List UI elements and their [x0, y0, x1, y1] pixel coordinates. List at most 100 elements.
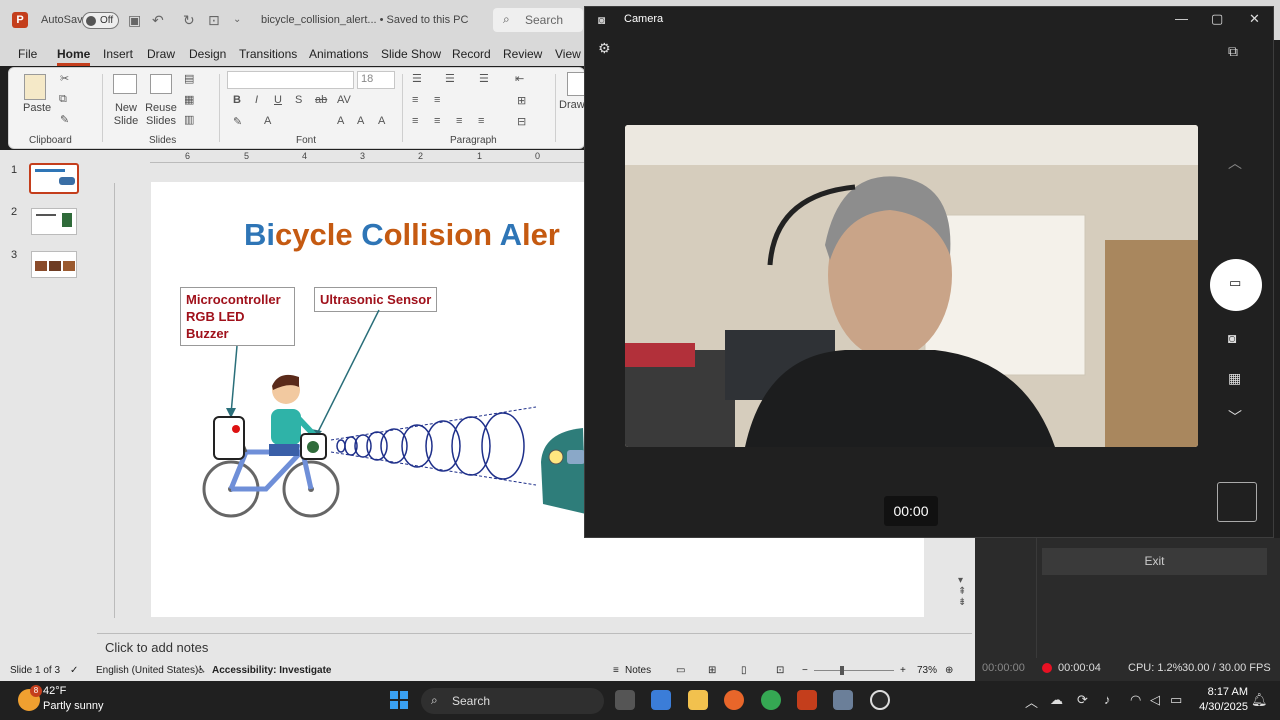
tab-record[interactable]: Record — [452, 47, 491, 61]
reset-icon[interactable]: ▦ — [184, 93, 194, 106]
new-slide-label[interactable]: New Slide — [110, 102, 142, 128]
capture-settings-icon[interactable]: ⧉ — [1228, 43, 1238, 60]
smartart-icon[interactable]: ⊟ — [517, 115, 526, 128]
align-text-icon[interactable]: ≡ — [434, 94, 440, 106]
file-explorer-icon[interactable] — [688, 690, 708, 710]
italic-icon[interactable]: I — [255, 94, 258, 106]
font-color-icon[interactable]: A — [264, 115, 271, 127]
weather-description[interactable]: Partly sunny — [43, 700, 104, 712]
font-family-select[interactable] — [227, 71, 354, 89]
clock-date[interactable]: 4/30/2025 — [1186, 701, 1248, 713]
camera-taskbar-icon[interactable] — [833, 690, 853, 710]
font-size-select[interactable]: 18 — [357, 71, 395, 89]
slide-thumbnail-2[interactable] — [31, 208, 77, 235]
justify-icon[interactable]: ≡ — [478, 115, 484, 127]
clear-formatting-icon[interactable]: A — [378, 115, 385, 127]
title-search-box[interactable]: ⌕ Search — [493, 8, 583, 32]
sync-icon[interactable]: ⟳ — [1077, 692, 1088, 708]
slide-thumbnail-3[interactable] — [31, 251, 77, 278]
notifications-icon[interactable]: 🔔︎ — [1251, 692, 1268, 708]
highlight-icon[interactable]: ✎ — [233, 115, 242, 128]
layout-icon[interactable]: ▤ — [184, 72, 194, 85]
close-icon[interactable]: ✕ — [1249, 11, 1260, 27]
tab-design[interactable]: Design — [189, 47, 226, 61]
chevron-up-icon[interactable]: ︿ — [1228, 153, 1242, 173]
normal-view-icon[interactable]: ▭ — [676, 665, 685, 676]
character-spacing-icon[interactable]: AV — [337, 94, 351, 106]
show-hidden-icons-icon[interactable]: ︿ — [1025, 692, 1038, 711]
undo-icon[interactable]: ↶ — [152, 12, 164, 29]
slide-counter[interactable]: Slide 1 of 3 — [10, 665, 60, 676]
strikethrough-icon[interactable]: ab — [315, 94, 327, 106]
present-icon[interactable]: ⊡ — [208, 12, 220, 29]
increase-font-icon[interactable]: A — [337, 115, 344, 127]
copy-icon[interactable]: ⧉ — [59, 93, 67, 106]
windows-start-icon[interactable] — [390, 691, 408, 709]
qr-mode-icon[interactable]: ▦ — [1228, 370, 1241, 387]
microphone-icon[interactable]: ♪ — [1104, 692, 1111, 707]
notes-toggle[interactable]: Notes — [625, 665, 651, 676]
chrome-icon[interactable] — [761, 690, 781, 710]
underline-icon[interactable]: U — [274, 94, 282, 106]
slide-sorter-icon[interactable]: ⊞ — [708, 665, 716, 676]
cut-icon[interactable]: ✂ — [60, 72, 69, 85]
zoom-slider-thumb[interactable] — [840, 666, 844, 675]
document-name[interactable]: bicycle_collision_alert... • Saved to th… — [261, 14, 468, 26]
zoom-in-button[interactable]: + — [900, 665, 906, 676]
fit-to-window-icon[interactable]: ⊕ — [945, 665, 953, 676]
tab-review[interactable]: Review — [503, 47, 542, 61]
notes-pane[interactable]: Click to add notes — [97, 633, 972, 659]
tab-animations[interactable]: Animations — [309, 47, 368, 61]
zoom-out-button[interactable]: − — [802, 665, 808, 676]
text-direction-icon[interactable]: ≡ — [412, 94, 418, 106]
decrease-indent-icon[interactable]: ⇤ — [515, 72, 524, 85]
paste-label[interactable]: Paste — [23, 102, 51, 114]
format-painter-icon[interactable]: ✎ — [60, 113, 69, 126]
onedrive-icon[interactable]: ☁ — [1050, 692, 1063, 708]
tab-insert[interactable]: Insert — [103, 47, 133, 61]
shadow-icon[interactable]: S — [295, 94, 302, 106]
align-right-icon[interactable]: ≡ — [456, 115, 462, 127]
reuse-slides-icon[interactable] — [150, 74, 172, 94]
paste-icon[interactable] — [24, 74, 46, 100]
numbering-icon[interactable]: ☰ — [445, 72, 455, 85]
autosave-toggle[interactable]: Off — [82, 12, 119, 29]
chevron-down-icon[interactable]: ﹀ — [1228, 407, 1242, 427]
gallery-thumbnail[interactable] — [1217, 482, 1257, 522]
wifi-icon[interactable]: ◠ — [1130, 692, 1141, 708]
slide-thumbnail-1[interactable] — [29, 163, 79, 194]
firefox-icon[interactable] — [724, 690, 744, 710]
slideshow-view-icon[interactable]: ⊡ — [776, 665, 784, 676]
tab-transitions[interactable]: Transitions — [239, 47, 297, 61]
maximize-icon[interactable]: ▢ — [1211, 11, 1223, 27]
notes-toggle-icon[interactable]: ≡ — [613, 665, 619, 676]
bold-icon[interactable]: B — [233, 94, 241, 106]
video-mode-button[interactable]: ▭ — [1210, 259, 1262, 311]
customize-qat-icon[interactable]: ⌄ — [233, 14, 241, 25]
taskbar-search[interactable]: ⌕ Search — [421, 688, 604, 714]
vertical-scroll-arrows[interactable]: ▾ ⇞ ⇟ — [958, 575, 970, 615]
weather-temperature[interactable]: 42°F — [43, 685, 66, 697]
align-left-icon[interactable]: ≡ — [412, 115, 418, 127]
zoom-level[interactable]: 73% — [917, 665, 937, 676]
copilot-icon[interactable] — [651, 690, 671, 710]
volume-icon[interactable]: ◁ — [1150, 692, 1160, 708]
redo-icon[interactable]: ↻ — [183, 12, 195, 29]
columns-icon[interactable]: ⊞ — [517, 94, 526, 107]
exit-button[interactable]: Exit — [1042, 548, 1267, 575]
section-icon[interactable]: ▥ — [184, 113, 194, 126]
reading-view-icon[interactable]: ▯ — [741, 665, 747, 676]
spellcheck-icon[interactable]: ✓ — [70, 665, 78, 676]
zoom-slider[interactable] — [814, 670, 894, 671]
battery-icon[interactable]: ▭ — [1170, 692, 1182, 708]
powerpoint-taskbar-icon[interactable] — [797, 690, 817, 710]
accessibility-status[interactable]: Accessibility: Investigate — [212, 665, 332, 676]
task-view-icon[interactable] — [615, 690, 635, 710]
minimize-icon[interactable]: — — [1175, 11, 1188, 26]
language-status[interactable]: English (United States) — [96, 665, 198, 676]
accessibility-icon[interactable]: ♿ — [197, 665, 206, 676]
weather-icon[interactable]: 8 — [18, 685, 42, 711]
reuse-slides-label[interactable]: Reuse Slides — [145, 102, 177, 128]
line-spacing-icon[interactable]: ☰ — [479, 72, 489, 85]
tab-file[interactable]: File — [18, 47, 37, 61]
